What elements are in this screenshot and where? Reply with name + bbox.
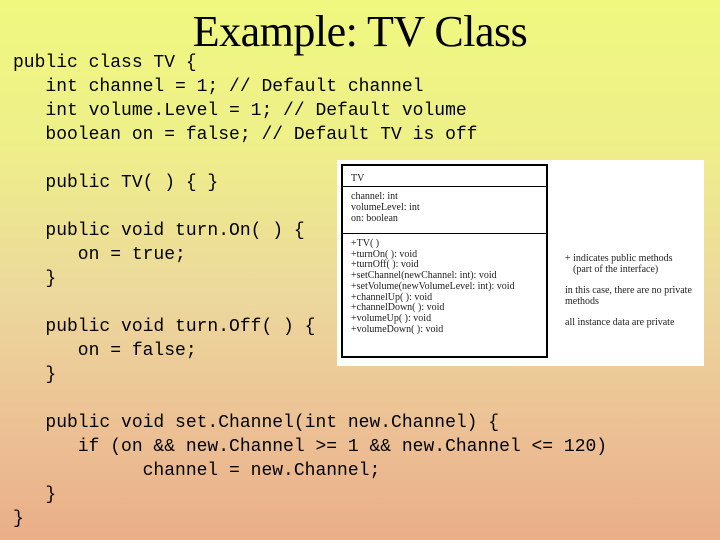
code-line: if (on && new.Channel >= 1 && new.Channe… (13, 437, 608, 457)
code-line: } (13, 485, 57, 505)
uml-operations-section: +TV( ) +turnOn( ): void +turnOff( ): voi… (343, 234, 546, 337)
note-private-methods: in this case, there are no private metho… (565, 285, 692, 307)
uml-attribute: on: boolean (351, 213, 398, 224)
code-line: } (13, 509, 24, 529)
uml-attribute: volumeLevel: int (351, 202, 420, 213)
code-line: } (13, 365, 57, 385)
code-line: public void set.Channel(int new.Channel)… (13, 413, 500, 433)
code-line: boolean on = false; // Default TV is off (13, 125, 478, 145)
uml-class-diagram: TV channel: int volumeLevel: int on: boo… (341, 164, 548, 358)
uml-attributes-section: channel: int volumeLevel: int on: boolea… (343, 187, 546, 234)
uml-operation: +setVolume(newVolumeLevel: int): void (351, 280, 515, 292)
note-public-line2: (part of the interface) (573, 264, 659, 275)
uml-class-name: TV (351, 173, 365, 184)
code-line: int volume.Level = 1; // Default volume (13, 101, 467, 121)
note-public-line1: + indicates public methods (565, 253, 673, 264)
code-line: int channel = 1; // Default channel (13, 77, 424, 97)
uml-notes: + indicates public methods (part of the … (565, 253, 700, 338)
slide-title-text: Example: TV Class (192, 7, 528, 56)
uml-attribute: channel: int (351, 191, 398, 202)
code-line: public class TV { (13, 53, 197, 73)
uml-figure: TV channel: int volumeLevel: int on: boo… (337, 160, 704, 366)
slide-title: Example: TV Class (0, 6, 720, 57)
uml-operation: +volumeDown( ): void (351, 323, 444, 335)
note-public-methods: + indicates public methods (part of the … (565, 253, 700, 275)
code-line: channel = new.Channel; (13, 461, 381, 481)
note-private-data: all instance data are private (565, 317, 675, 328)
uml-class-name-section: TV (343, 166, 546, 187)
